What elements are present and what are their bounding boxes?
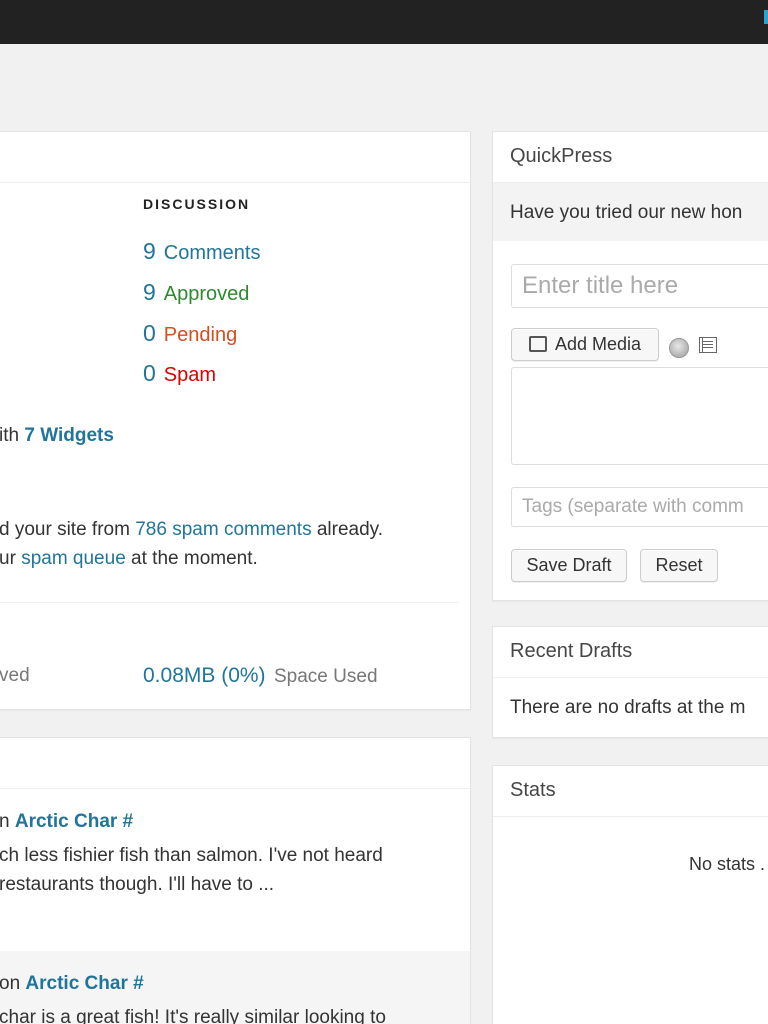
tags-placeholder: Tags (separate with comm — [522, 496, 744, 517]
quicktags-circle-icon[interactable] — [669, 338, 689, 358]
quickpress-notice: Have you tried our new hon — [493, 183, 768, 241]
spam-queue-link[interactable]: spam queue — [21, 548, 126, 569]
comment-prefix: n — [0, 811, 15, 832]
text-editor-icon[interactable] — [699, 337, 717, 353]
comments-label: Comments — [163, 242, 261, 264]
widgets-link[interactable]: 7 Widgets — [24, 425, 114, 446]
right-now-header — [0, 132, 470, 183]
recent-comments-panel: n Arctic Char # ch less fishier fish tha… — [0, 737, 471, 1024]
spam-count: 0 — [143, 360, 156, 386]
stats-panel: Stats No stats . — [492, 765, 768, 1024]
discussion-spam[interactable]: 0 Spam — [143, 360, 216, 387]
comment-meta: n Arctic Char # — [0, 811, 133, 833]
comment-item: on Arctic Char # char is a great fish! I… — [0, 951, 470, 1024]
space-used-label: Space Used — [274, 666, 378, 687]
theme-widgets-line: ith 7 Widgets — [0, 425, 114, 447]
approved-label: Approved — [163, 283, 250, 305]
add-media-button[interactable]: Add Media — [511, 328, 659, 361]
recent-comments-header — [0, 738, 470, 789]
akismet-text-suffix: already. — [311, 519, 384, 540]
pending-label: Pending — [163, 324, 238, 346]
spam-label: Spam — [163, 364, 217, 386]
post-title-input[interactable]: Enter title here — [511, 264, 768, 308]
post-content-textarea[interactable] — [511, 367, 768, 465]
right-now-panel: DISCUSSION 9 Comments 9 Approved 0 Pending … — [0, 131, 471, 710]
media-icon — [528, 336, 547, 352]
storage-divider — [0, 602, 459, 603]
comment-excerpt-line-1: char is a great fish! It's really simila… — [0, 1007, 386, 1024]
dashboard-screen: DISCUSSION 9 Comments 9 Approved 0 Pending … — [0, 0, 768, 1024]
add-media-label: Add Media — [554, 334, 642, 354]
comment-prefix: on — [0, 973, 26, 994]
reset-button[interactable]: Reset — [640, 549, 718, 582]
discussion-heading: DISCUSSION — [143, 196, 251, 212]
stats-message: No stats . — [689, 854, 766, 874]
recent-drafts-title: Recent Drafts — [510, 640, 633, 662]
akismet-text-2-suffix: at the moment. — [125, 548, 258, 569]
pending-count: 0 — [143, 320, 156, 346]
comment-post-link[interactable]: Arctic Char # — [15, 811, 133, 832]
akismet-text-2: ur — [0, 548, 22, 569]
comment-item: n Arctic Char # ch less fishier fish tha… — [0, 789, 470, 951]
stats-title: Stats — [510, 779, 556, 801]
akismet-line-2: ur spam queue at the moment. — [0, 548, 258, 570]
toolbar-accent-icon[interactable] — [764, 10, 768, 24]
approved-count: 9 — [143, 279, 156, 305]
theme-prefix: ith — [0, 425, 25, 446]
discussion-pending[interactable]: 0 Pending — [143, 320, 237, 347]
recent-drafts-header: Recent Drafts — [493, 627, 768, 678]
admin-toolbar — [0, 0, 768, 44]
stats-header: Stats — [493, 766, 768, 817]
akismet-line-1: d your site from 786 spam comments alrea… — [0, 519, 383, 541]
save-draft-button[interactable]: Save Draft — [511, 549, 627, 582]
quickpress-notice-text: Have you tried our new hon — [510, 202, 743, 223]
comment-excerpt-line-1: ch less fishier fish than salmon. I've n… — [0, 845, 383, 866]
quickpress-header: QuickPress — [493, 132, 768, 183]
comment-excerpt-line-2: restaurants though. I'll have to ... — [0, 874, 275, 895]
discussion-comments[interactable]: 9 Comments — [143, 238, 261, 265]
storage-allowed-label: ved — [0, 665, 30, 686]
post-title-placeholder: Enter title here — [522, 272, 679, 299]
comments-count: 9 — [143, 238, 156, 264]
space-used: 0.08MB (0%) Space Used — [143, 664, 378, 688]
quickpress-panel: QuickPress Have you tried our new hon En… — [492, 131, 768, 601]
comment-post-link[interactable]: Arctic Char # — [25, 973, 143, 994]
recent-drafts-message: There are no drafts at the m — [510, 697, 746, 718]
space-used-value[interactable]: 0.08MB (0%) — [143, 664, 266, 687]
tags-input[interactable]: Tags (separate with comm — [511, 487, 768, 527]
discussion-approved[interactable]: 9 Approved — [143, 279, 249, 306]
recent-drafts-panel: Recent Drafts There are no drafts at the… — [492, 626, 768, 738]
quickpress-title: QuickPress — [510, 145, 613, 167]
akismet-text: d your site from — [0, 519, 136, 540]
comment-meta: on Arctic Char # — [0, 973, 144, 995]
spam-comments-link[interactable]: 786 spam comments — [135, 519, 311, 540]
